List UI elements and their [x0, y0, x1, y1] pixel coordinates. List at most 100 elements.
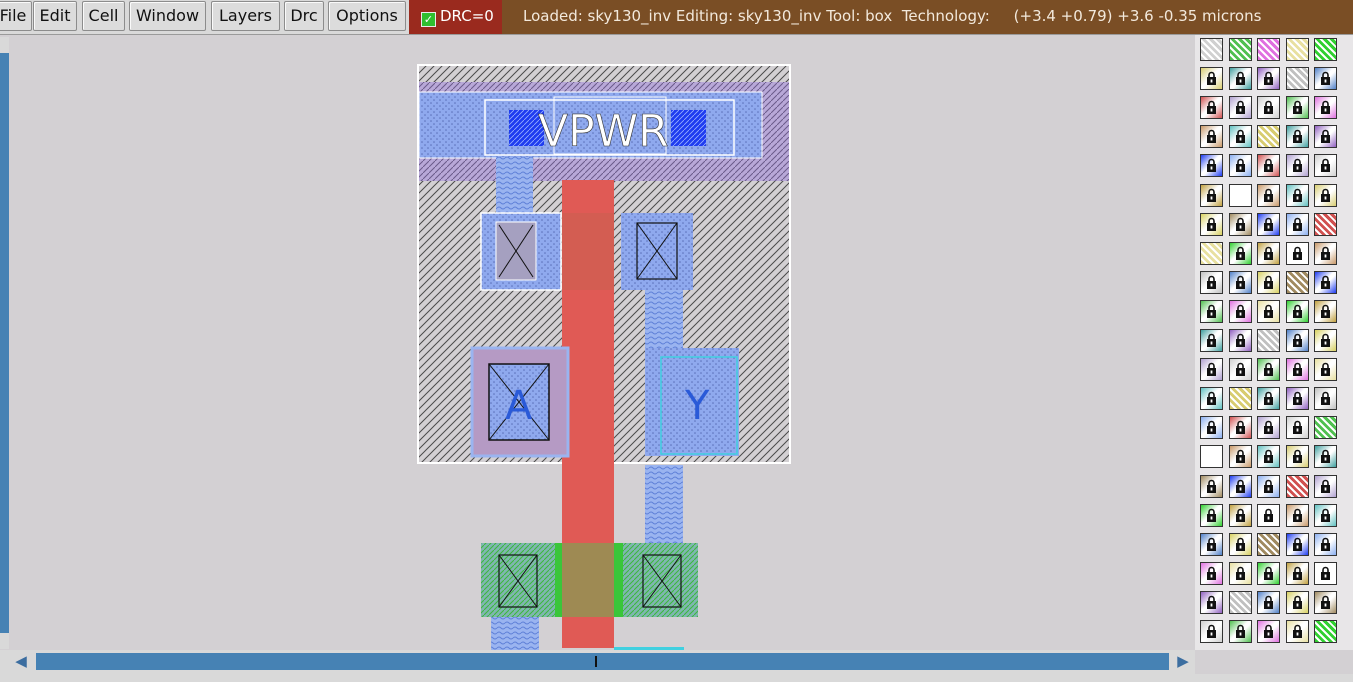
- layer-swatch-icon[interactable]: [1228, 474, 1252, 498]
- layer-swatch-icon[interactable]: [1200, 387, 1223, 411]
- layer-swatch-icon[interactable]: [1200, 38, 1223, 61]
- layer-swatch-icon[interactable]: [1285, 532, 1309, 556]
- scroll-trough[interactable]: [36, 653, 1169, 670]
- layer-swatch-icon[interactable]: [1285, 590, 1309, 614]
- menu-file[interactable]: File: [0, 1, 32, 31]
- scroll-thumb[interactable]: [595, 656, 597, 667]
- layer-swatch-icon[interactable]: [1314, 620, 1337, 643]
- layer-swatch-icon[interactable]: [1285, 561, 1309, 585]
- layer-swatch-icon[interactable]: [1200, 299, 1223, 323]
- scroll-down-arrow-icon[interactable]: [0, 633, 9, 649]
- layer-swatch-icon[interactable]: [1314, 67, 1337, 91]
- layer-swatch-icon[interactable]: [1228, 445, 1252, 469]
- layer-swatch-icon[interactable]: [1285, 154, 1309, 178]
- layer-swatch-icon[interactable]: [1285, 445, 1309, 469]
- layer-swatch-icon[interactable]: [1228, 183, 1252, 207]
- layer-swatch-icon[interactable]: [1285, 503, 1309, 527]
- menu-drc[interactable]: Drc: [284, 1, 324, 31]
- layer-swatch-icon[interactable]: [1200, 590, 1223, 614]
- layer-swatch-icon[interactable]: [1285, 416, 1309, 440]
- layer-swatch-icon[interactable]: [1257, 270, 1280, 294]
- vertical-scrollbar[interactable]: [0, 37, 9, 649]
- menu-edit[interactable]: Edit: [33, 1, 77, 31]
- layer-swatch-icon[interactable]: [1200, 125, 1223, 149]
- layer-swatch-icon[interactable]: [1314, 445, 1337, 469]
- layer-swatch-icon[interactable]: [1228, 358, 1252, 382]
- layer-swatch-icon[interactable]: [1257, 532, 1280, 556]
- layer-swatch-icon[interactable]: [1257, 96, 1280, 120]
- layer-swatch-icon[interactable]: [1257, 503, 1280, 527]
- layer-swatch-icon[interactable]: [1257, 154, 1280, 178]
- layer-swatch-icon[interactable]: [1314, 503, 1337, 527]
- layer-swatch-icon[interactable]: [1257, 416, 1280, 440]
- layer-swatch-icon[interactable]: [1200, 183, 1223, 207]
- layer-swatch-icon[interactable]: [1257, 561, 1280, 585]
- layer-swatch-icon[interactable]: [1200, 241, 1223, 265]
- layer-swatch-icon[interactable]: [1200, 445, 1223, 469]
- layer-swatch-icon[interactable]: [1228, 67, 1252, 91]
- layer-swatch-icon[interactable]: [1228, 532, 1252, 556]
- layer-swatch-icon[interactable]: [1257, 329, 1280, 352]
- drc-toggle[interactable]: ✓ DRC=0: [409, 0, 502, 34]
- layer-swatch-icon[interactable]: [1285, 620, 1309, 643]
- scroll-right-arrow-icon[interactable]: ▶: [1172, 653, 1194, 670]
- menu-options[interactable]: Options: [328, 1, 406, 31]
- layer-swatch-icon[interactable]: [1285, 38, 1309, 61]
- menu-layers[interactable]: Layers: [211, 1, 280, 31]
- layer-swatch-icon[interactable]: [1200, 503, 1223, 527]
- layer-swatch-icon[interactable]: [1200, 561, 1223, 585]
- layer-swatch-icon[interactable]: [1257, 38, 1280, 61]
- layer-swatch-icon[interactable]: [1314, 532, 1337, 556]
- layer-swatch-icon[interactable]: [1314, 329, 1337, 352]
- layer-swatch-icon[interactable]: [1314, 474, 1337, 498]
- menu-cell[interactable]: Cell: [82, 1, 125, 31]
- layer-swatch-icon[interactable]: [1257, 241, 1280, 265]
- layer-swatch-icon[interactable]: [1314, 590, 1337, 614]
- layer-swatch-icon[interactable]: [1257, 387, 1280, 411]
- layer-swatch-icon[interactable]: [1314, 299, 1337, 323]
- drc-checkbox-icon[interactable]: ✓: [421, 12, 436, 27]
- layer-swatch-icon[interactable]: [1314, 183, 1337, 207]
- layer-swatch-icon[interactable]: [1228, 270, 1252, 294]
- layer-swatch-icon[interactable]: [1228, 299, 1252, 323]
- layer-swatch-icon[interactable]: [1314, 154, 1337, 178]
- layer-swatch-icon[interactable]: [1200, 532, 1223, 556]
- scroll-up-arrow-icon[interactable]: [0, 37, 9, 53]
- layer-swatch-icon[interactable]: [1228, 590, 1252, 614]
- layer-swatch-icon[interactable]: [1228, 416, 1252, 440]
- layer-swatch-icon[interactable]: [1228, 154, 1252, 178]
- layer-swatch-icon[interactable]: [1285, 67, 1309, 91]
- layer-swatch-icon[interactable]: [1257, 590, 1280, 614]
- layer-swatch-icon[interactable]: [1314, 38, 1337, 61]
- layer-swatch-icon[interactable]: [1285, 270, 1309, 294]
- layer-swatch-icon[interactable]: [1257, 67, 1280, 91]
- layer-swatch-icon[interactable]: [1314, 270, 1337, 294]
- layer-swatch-icon[interactable]: [1257, 299, 1280, 323]
- layer-swatch-icon[interactable]: [1314, 358, 1337, 382]
- layer-swatch-icon[interactable]: [1314, 125, 1337, 149]
- layer-swatch-icon[interactable]: [1200, 154, 1223, 178]
- layer-swatch-icon[interactable]: [1257, 125, 1280, 149]
- layer-swatch-icon[interactable]: [1285, 125, 1309, 149]
- layer-swatch-icon[interactable]: [1228, 503, 1252, 527]
- layer-swatch-icon[interactable]: [1314, 561, 1337, 585]
- layer-swatch-icon[interactable]: [1257, 620, 1280, 643]
- layer-swatch-icon[interactable]: [1228, 241, 1252, 265]
- layer-swatch-icon[interactable]: [1228, 329, 1252, 352]
- layer-swatch-icon[interactable]: [1228, 212, 1252, 236]
- layer-swatch-icon[interactable]: [1285, 387, 1309, 411]
- layer-swatch-icon[interactable]: [1200, 620, 1223, 643]
- layer-swatch-icon[interactable]: [1200, 416, 1223, 440]
- layer-swatch-icon[interactable]: [1200, 67, 1223, 91]
- layer-swatch-icon[interactable]: [1200, 358, 1223, 382]
- layer-swatch-icon[interactable]: [1228, 38, 1252, 61]
- layer-swatch-icon[interactable]: [1314, 387, 1337, 411]
- layout-canvas[interactable]: VPWR A Y: [9, 35, 1195, 650]
- layer-swatch-icon[interactable]: [1285, 183, 1309, 207]
- layer-swatch-icon[interactable]: [1314, 212, 1337, 236]
- layer-swatch-icon[interactable]: [1257, 358, 1280, 382]
- layer-swatch-icon[interactable]: [1228, 125, 1252, 149]
- horizontal-scrollbar[interactable]: ◀ ▶: [0, 650, 1195, 674]
- layer-swatch-icon[interactable]: [1285, 329, 1309, 352]
- layer-swatch-icon[interactable]: [1257, 474, 1280, 498]
